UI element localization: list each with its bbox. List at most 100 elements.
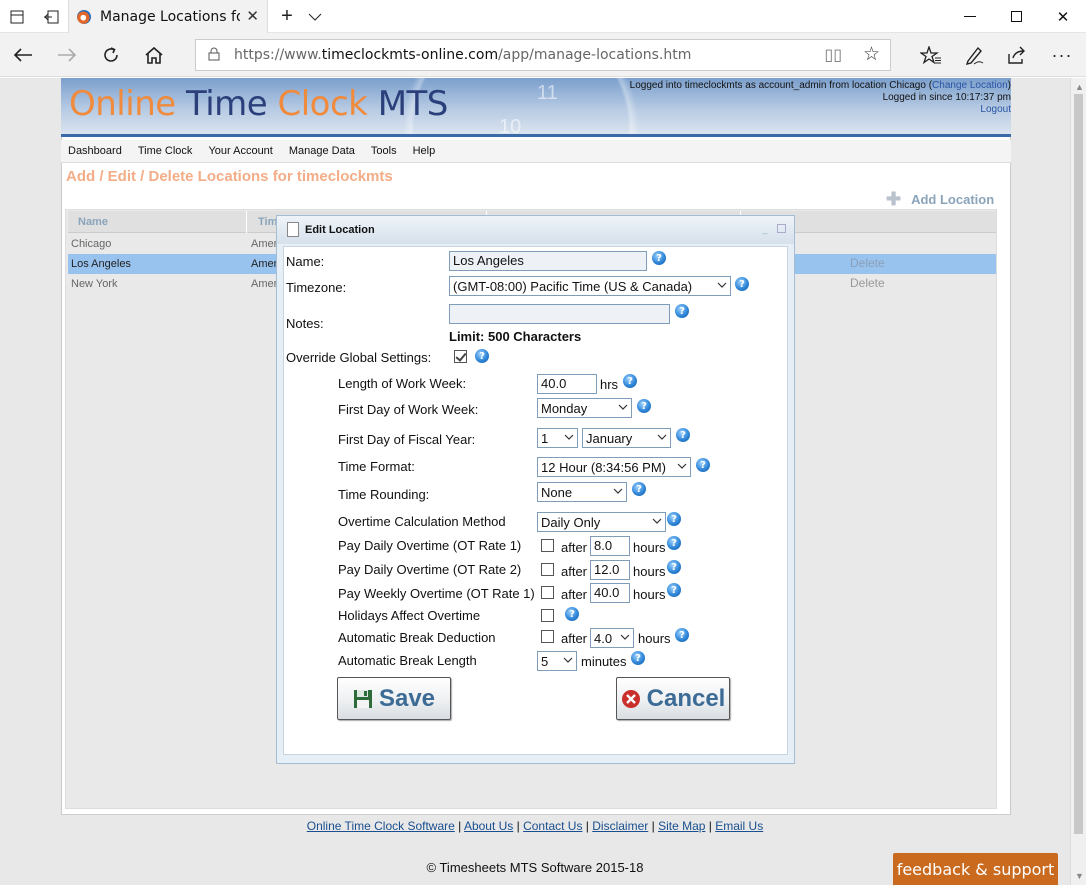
help-icon[interactable]: ?: [667, 536, 681, 550]
ot-method-select[interactable]: Daily Only: [537, 512, 666, 532]
more-menu-icon[interactable]: ···: [1043, 38, 1081, 72]
maximize-window-icon[interactable]: [993, 0, 1039, 33]
timezone-select[interactable]: (GMT-08:00) Pacific Time (US & Canada): [449, 276, 731, 296]
column-header-timezone[interactable]: Tim: [258, 216, 277, 228]
scroll-down-arrow-icon[interactable]: ▼: [1075, 871, 1084, 881]
browser-tab[interactable]: Manage Locations for ti ✕: [68, 0, 268, 33]
time-rounding-select[interactable]: None: [537, 482, 627, 502]
set-tabs-aside-icon[interactable]: [34, 0, 68, 33]
cancel-button[interactable]: Cancel: [616, 677, 730, 720]
daily-ot1-hours-field[interactable]: 8.0: [590, 536, 630, 556]
site-logo[interactable]: Online Time Clock MTS: [69, 84, 448, 124]
delete-link[interactable]: Delete: [850, 256, 885, 270]
notes-pen-icon[interactable]: [955, 38, 993, 72]
menu-help[interactable]: Help: [413, 145, 436, 157]
add-location-button[interactable]: ✚ Add Location: [886, 189, 994, 210]
weekly-ot-checkbox[interactable]: [541, 586, 554, 599]
scrollbar-thumb[interactable]: [1074, 94, 1083, 834]
help-icon[interactable]: ?: [735, 277, 749, 291]
delete-link[interactable]: Delete: [850, 276, 885, 290]
timezone-label: Timezone:: [286, 280, 347, 295]
close-window-icon[interactable]: ✕: [1040, 0, 1086, 33]
refresh-icon[interactable]: [92, 38, 130, 72]
break-deduction-hours-select[interactable]: 4.0: [590, 628, 634, 648]
minimize-window-icon[interactable]: [947, 0, 993, 33]
help-icon[interactable]: ?: [565, 607, 579, 621]
browser-navbar: https://www. timeclockmts-online.com/app/…: [0, 33, 1086, 77]
work-week-length-field[interactable]: 40.0: [537, 374, 597, 394]
footer-link-about[interactable]: About Us: [464, 819, 513, 833]
home-icon[interactable]: [135, 38, 173, 72]
help-icon[interactable]: ?: [631, 651, 645, 665]
footer-link-software[interactable]: Online Time Clock Software: [307, 819, 455, 833]
help-icon[interactable]: ?: [675, 628, 689, 642]
weekly-ot-hours-field[interactable]: 40.0: [590, 583, 630, 603]
footer-link-contact[interactable]: Contact Us: [523, 819, 582, 833]
menu-dashboard[interactable]: Dashboard: [68, 145, 122, 157]
logout-link[interactable]: Logout: [980, 104, 1011, 115]
change-location-link[interactable]: Change Location: [932, 80, 1008, 91]
break-deduction-label: Automatic Break Deduction: [338, 630, 496, 645]
fiscal-month-select[interactable]: January: [582, 428, 671, 448]
break-deduction-checkbox[interactable]: [541, 630, 554, 643]
tab-preview-chevron-icon[interactable]: [298, 0, 332, 33]
dialog-minimize-icon[interactable]: _: [762, 224, 768, 235]
menu-tools[interactable]: Tools: [371, 145, 397, 157]
daily-ot1-checkbox[interactable]: [541, 539, 554, 552]
notes-label: Notes:: [286, 316, 324, 331]
close-tab-icon[interactable]: ✕: [246, 7, 259, 25]
tab-manager-icon[interactable]: [0, 0, 34, 33]
menu-your-account[interactable]: Your Account: [208, 145, 272, 157]
share-icon[interactable]: [998, 38, 1036, 72]
help-icon[interactable]: ?: [667, 583, 681, 597]
help-icon[interactable]: ?: [676, 428, 690, 442]
column-header-name[interactable]: Name: [78, 216, 108, 228]
page-scrollbar[interactable]: ▲ ▼: [1070, 78, 1086, 885]
url-path: /app/manage-locations.htm: [498, 47, 692, 63]
menu-time-clock[interactable]: Time Clock: [138, 145, 193, 157]
back-arrow-icon[interactable]: [4, 38, 42, 72]
save-button[interactable]: Save: [337, 677, 451, 720]
daily-ot2-hours-field[interactable]: 12.0: [590, 560, 630, 580]
first-day-work-week-label: First Day of Work Week:: [338, 402, 479, 417]
dialog-titlebar[interactable]: Edit Location _: [277, 216, 794, 244]
daily-ot2-checkbox[interactable]: [541, 563, 554, 576]
reading-view-icon[interactable]: ▯▯: [824, 45, 842, 64]
forward-arrow-icon[interactable]: [48, 38, 86, 72]
feedback-support-button[interactable]: feedback & support: [893, 853, 1058, 885]
dialog-title: Edit Location: [305, 224, 375, 236]
scroll-up-arrow-icon[interactable]: ▲: [1075, 82, 1084, 92]
dialog-maximize-icon[interactable]: [777, 224, 786, 233]
holidays-ot-checkbox[interactable]: [541, 609, 554, 622]
override-global-checkbox[interactable]: [454, 350, 467, 363]
footer-link-email[interactable]: Email Us: [715, 819, 763, 833]
help-icon[interactable]: ?: [652, 251, 666, 265]
help-icon[interactable]: ?: [632, 482, 646, 496]
daily-ot2-label: Pay Daily Overtime (OT Rate 2): [338, 562, 522, 577]
help-icon[interactable]: ?: [675, 304, 689, 318]
hours-unit: hours: [633, 587, 666, 602]
favorite-star-icon[interactable]: ☆: [863, 43, 880, 65]
chevron-down-icon: [652, 518, 662, 524]
footer-link-sitemap[interactable]: Site Map: [658, 819, 705, 833]
fiscal-day-select[interactable]: 1: [537, 428, 578, 448]
time-format-select[interactable]: 12 Hour (8:34:56 PM): [537, 457, 691, 477]
help-icon[interactable]: ?: [696, 458, 710, 472]
break-length-select[interactable]: 5: [537, 651, 577, 671]
holidays-ot-label: Holidays Affect Overtime: [338, 608, 481, 623]
help-icon[interactable]: ?: [637, 399, 651, 413]
address-bar[interactable]: https://www. timeclockmts-online.com/app/…: [195, 39, 891, 71]
help-icon[interactable]: ?: [623, 374, 637, 388]
help-icon[interactable]: ?: [667, 560, 681, 574]
footer-link-disclaimer[interactable]: Disclaimer: [592, 819, 648, 833]
minutes-unit: minutes: [581, 654, 627, 669]
help-icon[interactable]: ?: [475, 349, 489, 363]
after-text: after: [561, 631, 588, 646]
menu-manage-data[interactable]: Manage Data: [289, 145, 355, 157]
favorites-hub-icon[interactable]: [912, 38, 950, 72]
clock-number: 11: [537, 82, 558, 104]
first-day-work-week-select[interactable]: Monday: [537, 398, 632, 418]
help-icon[interactable]: ?: [667, 512, 681, 526]
location-name-field[interactable]: Los Angeles: [449, 251, 647, 271]
notes-field[interactable]: [449, 304, 670, 324]
